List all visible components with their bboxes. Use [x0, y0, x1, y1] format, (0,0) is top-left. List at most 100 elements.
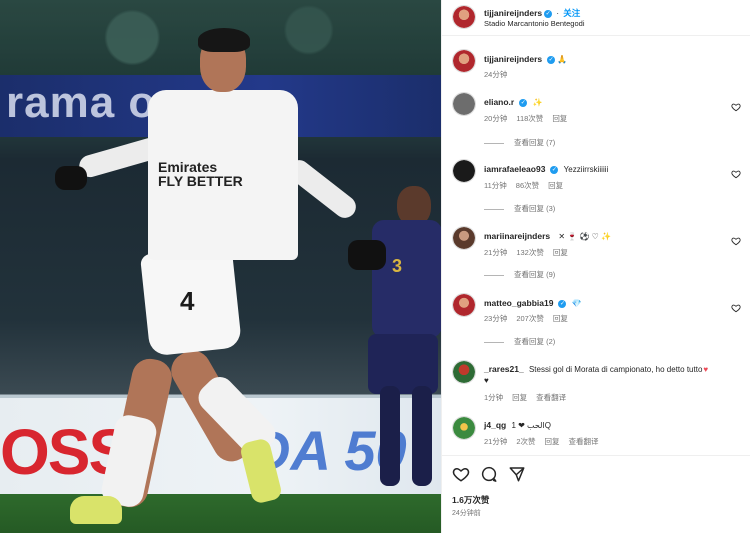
commenter-username[interactable]: mariinareijnders: [484, 231, 550, 241]
verified-badge-icon: ✓: [519, 98, 528, 107]
verified-badge-icon: ✓: [544, 9, 553, 18]
caption-avatar[interactable]: [452, 49, 476, 73]
share-send-icon[interactable]: [508, 465, 526, 483]
view-replies-button[interactable]: 查看回复 (2): [484, 336, 555, 347]
comment-body: 💎: [571, 299, 582, 308]
translate-button[interactable]: 查看翻译: [569, 437, 599, 446]
comment-text: j4_qg الحب ❤ 1Q: [484, 420, 551, 430]
avatar-image: [453, 6, 475, 28]
shirt-sponsor: Emirates FLY BETTER: [158, 159, 243, 189]
author-username[interactable]: tijjanireijnders: [484, 8, 542, 18]
comment-time: 20分钟: [484, 114, 508, 123]
comment-likes[interactable]: 86次赞: [516, 181, 539, 190]
location-link[interactable]: Stadio Marcantonio Bentegodi: [484, 19, 585, 28]
comment-likes[interactable]: 132次赞: [516, 248, 544, 257]
actions-divider: [442, 455, 750, 456]
view-replies-button[interactable]: 查看回复 (3): [484, 203, 555, 214]
translate-button[interactable]: 查看翻译: [536, 393, 566, 402]
player-boot-right: [238, 437, 284, 505]
like-heart-icon[interactable]: [731, 236, 741, 246]
comment-likes[interactable]: 2次赞: [516, 437, 535, 446]
player-glove-left: [55, 166, 87, 190]
reply-button[interactable]: 回复: [552, 114, 567, 123]
caption-time: 24分钟: [484, 70, 508, 79]
follow-button[interactable]: 关注: [563, 8, 580, 18]
comment-time: 1分钟: [484, 393, 504, 402]
comment-text: iamrafaeleao93 ✓ Yezziirrskiiiiii: [484, 164, 608, 174]
player-hair: [198, 28, 250, 52]
main-player: 4 Emirates FLY BETTER: [50, 28, 390, 533]
like-heart-icon[interactable]: [731, 303, 741, 313]
comment-item: eliano.r ✓ ✨ 20分钟 118次赞 回复 查看回复 (7): [442, 90, 750, 150]
avatar-image: [453, 417, 475, 439]
post-photo[interactable]: rama oma OSS DA 50 3 4 Emirates FLY BETT…: [0, 0, 441, 533]
post-like-count[interactable]: 1.6万次赞: [452, 494, 489, 506]
avatar-image: [453, 50, 475, 72]
verified-badge-icon: ✓: [558, 299, 567, 308]
caption-row: tijjanireijnders ✓ 🙏 24分钟: [442, 47, 750, 83]
comment-text: _rares21_ Stessi gol di Morata di campio…: [484, 364, 708, 374]
caption-username[interactable]: tijjanireijnders: [484, 54, 542, 64]
comment-item: mariinareijnders ✕ 🍷 ⚽ ♡ ✨ 21分钟 132次赞 回复 查…: [442, 224, 750, 284]
commenter-username[interactable]: _rares21_: [484, 364, 524, 374]
verified-badge-icon: ✓: [547, 55, 556, 64]
commenter-username[interactable]: eliano.r: [484, 97, 514, 107]
comment-meta: 23分钟 207次赞 回复: [484, 313, 577, 324]
comment-meta: 20分钟 118次赞 回复: [484, 113, 576, 124]
comment-time: 21分钟: [484, 248, 508, 257]
caption-emoji: 🙏: [557, 55, 568, 64]
like-heart-icon[interactable]: [731, 169, 741, 179]
separator-dot: ·: [556, 9, 560, 18]
like-heart-icon[interactable]: [731, 102, 741, 112]
comment-body: الحب ❤ 1Q: [511, 421, 551, 430]
reply-button[interactable]: 回复: [553, 314, 568, 323]
avatar-image: [453, 160, 475, 182]
commenter-avatar[interactable]: [452, 226, 476, 250]
avatar-image: [453, 294, 475, 316]
commenter-avatar[interactable]: [452, 293, 476, 317]
comment-body: Stessi gol di Morata di campionato, ho d…: [528, 365, 703, 374]
view-replies-button[interactable]: 查看回复 (9): [484, 269, 555, 280]
commenter-avatar[interactable]: [452, 159, 476, 183]
reply-button[interactable]: 回复: [548, 181, 563, 190]
reply-button[interactable]: 回复: [553, 248, 568, 257]
comment-body-continued: ♥: [484, 376, 489, 385]
reply-button[interactable]: 回复: [545, 437, 560, 446]
comment-bubble-icon[interactable]: [480, 465, 498, 483]
comment-likes[interactable]: 207次赞: [516, 314, 544, 323]
comment-text: matteo_gabbia19 ✓ 💎: [484, 298, 582, 308]
comment-meta: 21分钟 132次赞 回复: [484, 247, 577, 258]
comment-time: 21分钟: [484, 437, 508, 446]
author-avatar[interactable]: [452, 5, 476, 29]
header-user-line: tijjanireijnders ✓ · 关注: [484, 7, 580, 19]
comment-body: ✨: [532, 98, 543, 107]
reply-button[interactable]: 回复: [512, 393, 527, 402]
commenter-username[interactable]: iamrafaeleao93: [484, 164, 545, 174]
comment-time: 11分钟: [484, 181, 507, 190]
commenter-username[interactable]: matteo_gabbia19: [484, 298, 553, 308]
verified-badge-icon: ✓: [550, 165, 559, 174]
avatar-image: [453, 227, 475, 249]
avatar-image: [453, 93, 475, 115]
caption-text: tijjanireijnders ✓ 🙏: [484, 54, 567, 64]
view-replies-button[interactable]: 查看回复 (7): [484, 137, 555, 148]
comment-meta: 1分钟 回复 查看翻译: [484, 392, 575, 403]
comment-body: Yezziirrskiiiiii: [563, 165, 609, 174]
comment-body: ✕ 🍷 ⚽ ♡ ✨: [558, 232, 612, 241]
comment-item: j4_qg الحب ❤ 1Q 21分钟 2次赞 回复 查看翻译: [442, 414, 750, 454]
commenter-avatar[interactable]: [452, 360, 476, 384]
opponent-number: 3: [392, 256, 403, 276]
commenter-username[interactable]: j4_qg: [484, 420, 506, 430]
commenter-avatar[interactable]: [452, 92, 476, 116]
comment-text: eliano.r ✓ ✨: [484, 97, 542, 107]
comment-item: _rares21_ Stessi gol di Morata di campio…: [442, 358, 750, 408]
like-heart-icon[interactable]: [452, 465, 470, 483]
comment-likes[interactable]: 118次赞: [516, 114, 543, 123]
post-actions: [452, 465, 534, 483]
comment-meta: 11分钟 86次赞 回复: [484, 180, 572, 191]
player-shirt-number: 4: [180, 286, 195, 316]
comment-item: iamrafaeleao93 ✓ Yezziirrskiiiiii 11分钟 86次…: [442, 157, 750, 217]
player-boot-left: [70, 496, 122, 524]
commenter-avatar[interactable]: [452, 416, 476, 440]
comment-text: mariinareijnders ✕ 🍷 ⚽ ♡ ✨: [484, 231, 611, 241]
